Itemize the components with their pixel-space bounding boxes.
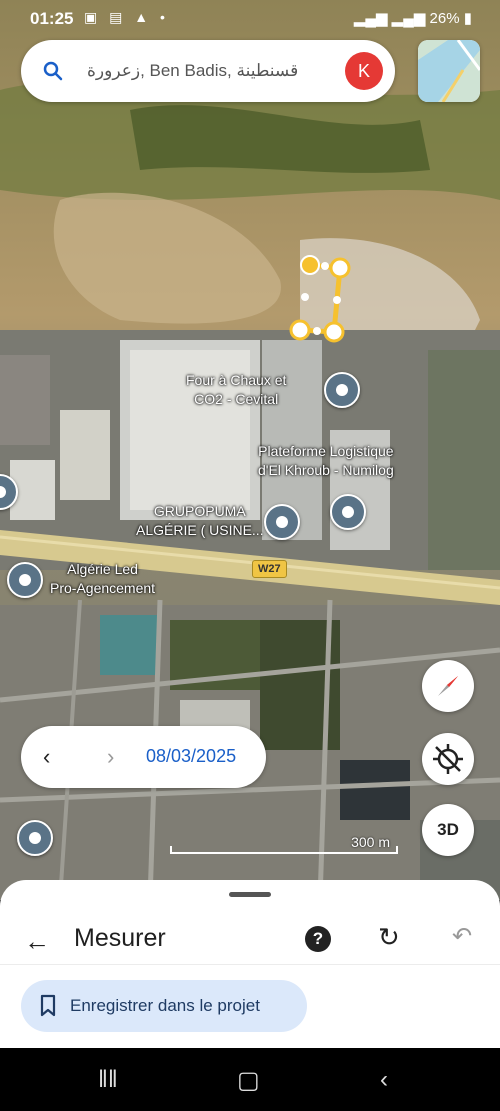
sheet-title: Mesurer (74, 924, 166, 952)
undo-icon[interactable]: ↶ (452, 922, 472, 951)
place-pin[interactable] (7, 562, 43, 598)
status-bar: 01:25 ▣ ▤ ▲ • ▂▄▆ ▂▄▆ 26% ▮ (0, 0, 500, 38)
battery-level: ▂▄▆ ▂▄▆ 26% ▮ (353, 10, 472, 27)
chevron-left-icon[interactable]: ‹ (43, 744, 50, 770)
place-label[interactable]: Plateforme Logistique d'El Khroub - Numi… (258, 442, 394, 480)
home-icon[interactable]: ▢ (237, 1066, 260, 1095)
place-pin[interactable] (330, 494, 366, 530)
back-arrow-icon[interactable]: ← (24, 926, 50, 957)
drag-handle[interactable] (229, 892, 271, 897)
imagery-date-selector: ‹ › 08/03/2025 (21, 726, 266, 788)
3d-toggle-button[interactable]: 3D (422, 804, 474, 856)
recents-icon[interactable]: ‖‖ (98, 1066, 118, 1094)
status-time: 01:25 (30, 9, 74, 28)
divider (0, 964, 500, 965)
reset-icon[interactable]: ↻ (378, 922, 400, 953)
place-pin[interactable] (264, 504, 300, 540)
help-icon[interactable]: ? (305, 926, 331, 952)
place-pin[interactable] (324, 372, 360, 408)
measure-sheet: ← Mesurer ? ↻ ↶ Enregistrer dans le proj… (0, 880, 500, 1048)
scale-bar: 300 m (170, 834, 400, 856)
save-label: Enregistrer dans le projet (70, 996, 260, 1015)
place-label[interactable]: GRUPOPUMA ALGÉRIE ( USINE... (136, 502, 264, 540)
map-thumbnail-icon (418, 40, 480, 102)
compass-icon (438, 676, 458, 696)
chevron-right-icon[interactable]: › (107, 744, 114, 770)
save-to-project-button[interactable]: Enregistrer dans le projet (21, 980, 307, 1032)
signal-icon: ▂▄▆ ▂▄▆ (353, 10, 430, 27)
bookmark-icon (40, 994, 56, 1017)
recenter-button[interactable] (422, 733, 474, 785)
back-icon[interactable]: ‹ (380, 1066, 388, 1094)
road-shield: W27 (252, 560, 287, 578)
location-disabled-icon (433, 744, 463, 774)
place-pin[interactable] (17, 820, 53, 856)
search-query[interactable]: زعرورة, Ben Badis, قسنطينة (87, 61, 298, 81)
avatar[interactable]: K (345, 52, 383, 90)
place-label[interactable]: Algérie Led Pro-Agencement (50, 560, 155, 598)
place-label[interactable]: Four à Chaux et CO2 - Cevital (186, 371, 286, 409)
scale-line (170, 846, 398, 854)
search-bar[interactable]: زعرورة, Ben Badis, قسنطينة K (21, 40, 395, 102)
imagery-date[interactable]: 08/03/2025 (146, 746, 236, 767)
search-icon[interactable] (41, 59, 65, 83)
system-nav-bar: ‖‖ ▢ ‹ (0, 1048, 500, 1111)
battery-icon: ▮ (459, 10, 472, 27)
map-type-button[interactable] (418, 40, 480, 102)
notification-icons: ▣ ▤ ▲ • (84, 9, 169, 25)
compass-button[interactable] (422, 660, 474, 712)
